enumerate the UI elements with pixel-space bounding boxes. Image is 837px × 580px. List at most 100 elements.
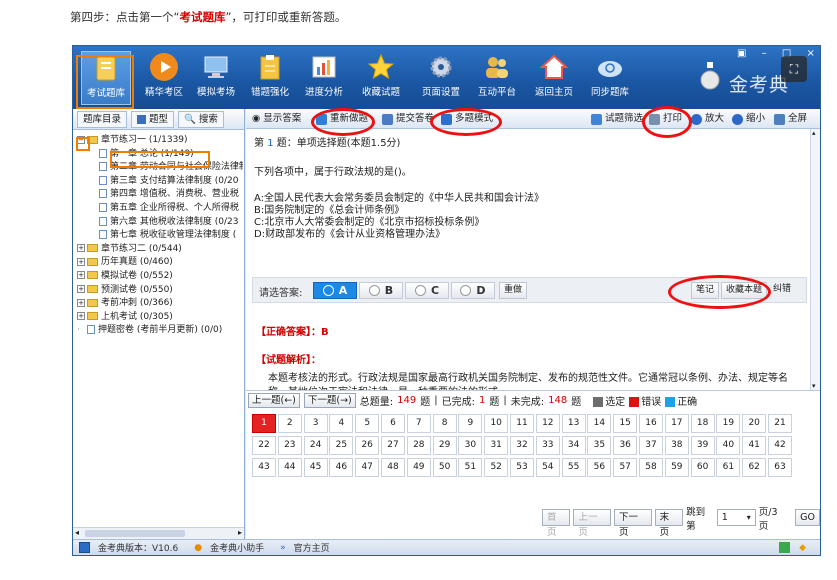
expand-icon[interactable]: ⛶: [781, 56, 807, 82]
question-cell[interactable]: 5: [355, 414, 380, 433]
question-cell[interactable]: 48: [381, 458, 405, 477]
question-cell[interactable]: 38: [664, 436, 689, 455]
question-cell[interactable]: 56: [587, 458, 612, 477]
show-answer-button[interactable]: ◉ 显示答案: [252, 111, 301, 127]
question-cell[interactable]: 9: [458, 414, 483, 433]
question-cell[interactable]: 37: [639, 436, 663, 455]
toolbar-home-button[interactable]: 返回主页: [529, 51, 579, 105]
question-cell[interactable]: 27: [381, 436, 405, 455]
question-cell[interactable]: 20: [742, 414, 767, 433]
question-cell[interactable]: 12: [535, 414, 560, 433]
toolbar-users-button[interactable]: 互动平台: [472, 51, 522, 105]
question-cell[interactable]: 34: [561, 436, 586, 455]
question-cell[interactable]: 1: [252, 414, 276, 433]
question-cell[interactable]: 13: [561, 414, 586, 433]
question-cell[interactable]: 43: [252, 458, 276, 477]
question-cell[interactable]: 11: [510, 414, 534, 433]
tree-folder[interactable]: + 历年真题 (0/460): [77, 256, 243, 270]
horizontal-scrollbar[interactable]: ◂ ▸: [73, 527, 244, 539]
question-cell[interactable]: 45: [303, 458, 328, 477]
next-question-button[interactable]: 下一题(→): [303, 392, 356, 408]
question-cell[interactable]: 44: [277, 458, 302, 477]
question-cell[interactable]: 50: [432, 458, 457, 477]
report-error-button[interactable]: 纠错: [769, 282, 795, 299]
question-cell[interactable]: 42: [768, 436, 792, 455]
tree-chapter[interactable]: 第三章 支付结算法律制度 (0/20: [77, 175, 243, 189]
toolbar-cloud-sync-button[interactable]: 同步题库: [585, 51, 635, 105]
assistant-link[interactable]: 金考典小助手: [210, 541, 264, 554]
question-cell[interactable]: 61: [716, 458, 741, 477]
expand-icon[interactable]: +: [77, 285, 85, 294]
question-cell[interactable]: 7: [406, 414, 431, 433]
question-cell[interactable]: 14: [587, 414, 612, 433]
question-cell[interactable]: 47: [355, 458, 380, 477]
tree-folder[interactable]: + 考前冲刺 (0/366): [77, 297, 243, 311]
question-cell[interactable]: 24: [303, 436, 328, 455]
toolbar-gear-button[interactable]: 页面设置: [416, 51, 466, 105]
next-page-button[interactable]: 下一页: [614, 509, 652, 538]
homepage-link[interactable]: 官方主页: [294, 541, 330, 554]
tab-question-type[interactable]: 题型: [131, 110, 175, 128]
question-cell[interactable]: 26: [355, 436, 380, 455]
question-cell[interactable]: 54: [535, 458, 560, 477]
toolbar-monitor-button[interactable]: 模拟考场: [191, 51, 241, 105]
question-cell[interactable]: 3: [303, 414, 328, 433]
question-cell[interactable]: 16: [639, 414, 663, 433]
tree-folder[interactable]: + 上机考试 (0/305): [77, 311, 243, 325]
question-cell[interactable]: 32: [510, 436, 534, 455]
question-cell[interactable]: 30: [458, 436, 483, 455]
answer-c-button[interactable]: C: [405, 282, 449, 299]
question-cell[interactable]: 17: [664, 414, 689, 433]
question-cell[interactable]: 51: [458, 458, 483, 477]
tree-folder[interactable]: + 模拟试卷 (0/552): [77, 270, 243, 284]
filter-button[interactable]: 试题筛选: [591, 111, 643, 127]
question-cell[interactable]: 40: [716, 436, 741, 455]
question-cell[interactable]: 8: [432, 414, 457, 433]
question-cell[interactable]: 41: [742, 436, 767, 455]
tab-search[interactable]: 🔍 搜索: [178, 110, 224, 128]
expand-icon[interactable]: +: [77, 244, 85, 253]
zoom-in-button[interactable]: 放大: [691, 111, 724, 127]
question-cell[interactable]: 57: [613, 458, 638, 477]
answer-a-button[interactable]: A: [313, 282, 357, 299]
toolbar-play-button[interactable]: 精华考区: [139, 51, 189, 105]
last-page-button[interactable]: 末页: [654, 509, 684, 538]
question-cell[interactable]: 53: [510, 458, 534, 477]
question-cell[interactable]: 2: [277, 414, 302, 433]
question-cell[interactable]: 60: [690, 458, 715, 477]
question-cell[interactable]: 4: [329, 414, 354, 433]
question-cell[interactable]: 25: [329, 436, 354, 455]
tree-folder[interactable]: + 预测试卷 (0/550): [77, 284, 243, 298]
tree-chapter[interactable]: 第四章 增值税、消费税、营业税: [77, 188, 243, 202]
question-cell[interactable]: 6: [381, 414, 405, 433]
tree-folder[interactable]: − 章节练习一 (1/1339): [77, 134, 243, 148]
toolbar-clipboard-button[interactable]: 错题强化: [245, 51, 295, 105]
question-cell[interactable]: 29: [432, 436, 457, 455]
question-cell[interactable]: 18: [690, 414, 715, 433]
tree-folder[interactable]: + 章节练习二 (0/544): [77, 243, 243, 257]
question-cell[interactable]: 58: [639, 458, 663, 477]
tree-chapter[interactable]: 第六章 其他税收法律制度 (0/23: [77, 216, 243, 230]
vertical-scrollbar[interactable]: ▴ ▾: [810, 129, 820, 390]
question-cell[interactable]: 21: [768, 414, 792, 433]
question-cell[interactable]: 33: [535, 436, 560, 455]
chart-status-icon[interactable]: [779, 542, 790, 553]
question-cell[interactable]: 46: [329, 458, 354, 477]
tree-chapter[interactable]: 第七章 税收征收管理法律制度 (: [77, 229, 243, 243]
toolbar-star-button[interactable]: 收藏试题: [356, 51, 406, 105]
question-cell[interactable]: 35: [587, 436, 612, 455]
prev-question-button[interactable]: 上一题(←): [248, 392, 300, 408]
tab-catalog[interactable]: 题库目录: [77, 110, 128, 128]
submit-button[interactable]: 提交答卷: [382, 111, 434, 127]
diamond-icon[interactable]: ◆: [799, 543, 806, 553]
question-cell[interactable]: 55: [561, 458, 586, 477]
question-cell[interactable]: 59: [664, 458, 689, 477]
question-cell[interactable]: 28: [406, 436, 431, 455]
question-cell[interactable]: 63: [768, 458, 792, 477]
answer-b-button[interactable]: B: [359, 282, 403, 299]
expand-icon[interactable]: +: [77, 312, 85, 321]
answer-d-button[interactable]: D: [451, 282, 495, 299]
question-cell[interactable]: 23: [277, 436, 302, 455]
question-cell[interactable]: 52: [484, 458, 509, 477]
tree-chapter[interactable]: 第五章 企业所得税、个人所得税: [77, 202, 243, 216]
